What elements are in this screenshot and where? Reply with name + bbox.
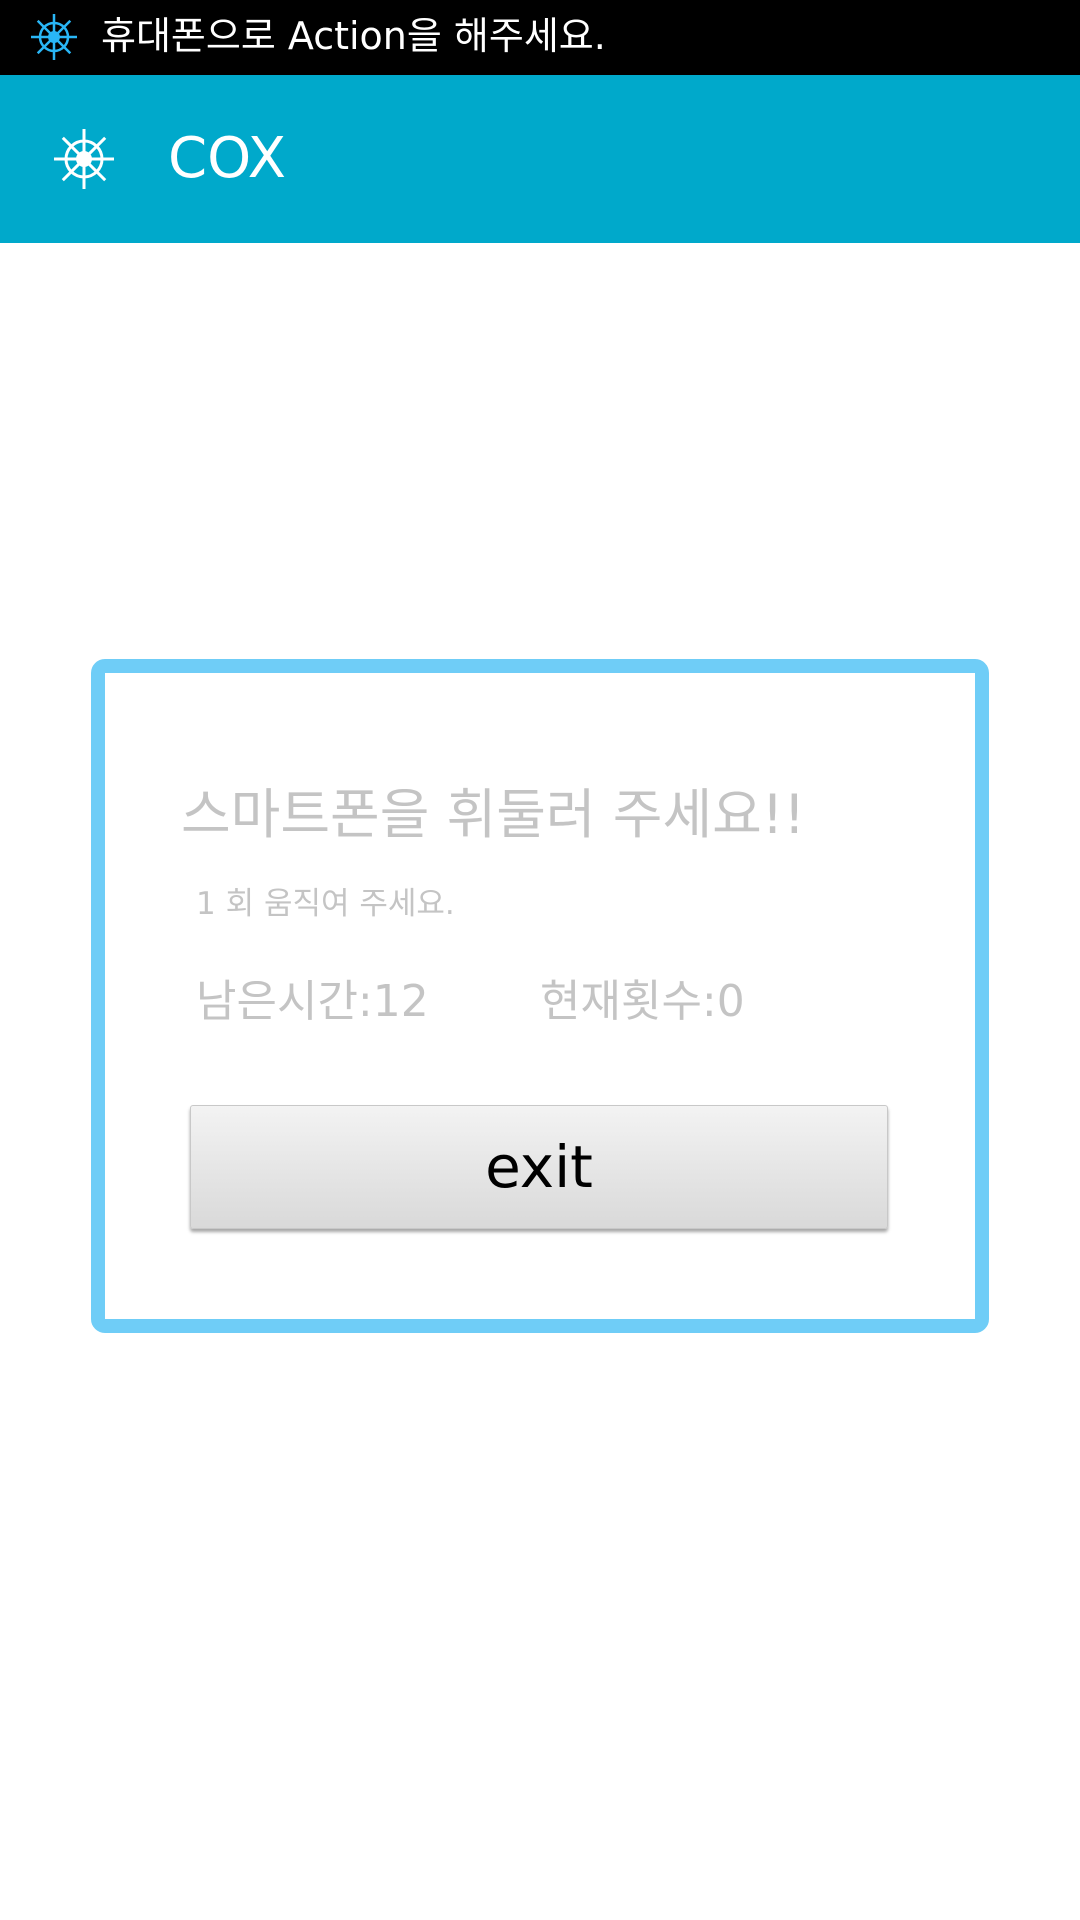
status-bar: 휴대폰으로 Action을 해주세요.: [0, 0, 1080, 75]
remaining-time: 남은시간:12: [196, 976, 429, 1027]
exit-button[interactable]: exit: [190, 1105, 888, 1229]
dialog-title: 스마트폰을 휘둘러 주세요!!: [181, 783, 806, 846]
ship-wheel-icon: [31, 14, 77, 60]
action-bar: COX: [0, 75, 1080, 243]
app-title: COX: [168, 126, 286, 191]
status-notification-text: 휴대폰으로 Action을 해주세요.: [101, 14, 606, 58]
ship-wheel-icon: [54, 129, 114, 189]
dialog-subtitle: 1 회 움직여 주세요.: [196, 886, 455, 922]
current-count: 현재횟수:0: [540, 976, 745, 1027]
